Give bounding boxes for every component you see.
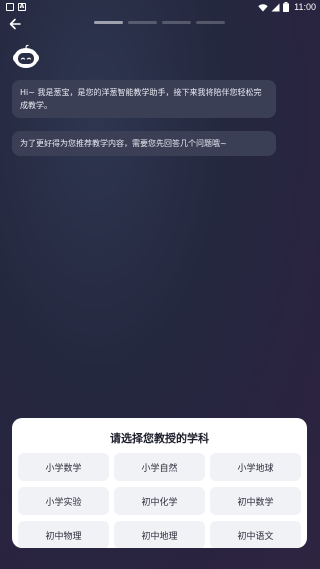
progress-segment: [128, 21, 157, 24]
subject-option[interactable]: 小学自然: [114, 453, 205, 481]
signal-icon: [271, 3, 280, 11]
status-time: 11:00: [294, 2, 316, 12]
subject-option[interactable]: 小学实验: [18, 487, 109, 515]
subject-selection-sheet: 请选择您教授的学科 小学数学 小学自然 小学地球 小学实验 初中化学 初中数学 …: [12, 418, 307, 548]
arrow-left-icon: [9, 18, 21, 30]
battery-icon: [283, 2, 290, 12]
back-button[interactable]: [7, 16, 23, 32]
progress-segment: [94, 21, 123, 24]
status-bar: A 11:00: [0, 0, 320, 14]
subject-grid: 小学数学 小学自然 小学地球 小学实验 初中化学 初中数学 初中物理 初中地理 …: [18, 453, 301, 548]
chat-bubble-question: 为了更好得为您推荐教学内容，需要您先回答几个问题哦~: [12, 131, 276, 156]
progress-segment: [196, 21, 225, 24]
progress-indicator: [94, 21, 225, 24]
subject-option[interactable]: 初中地理: [114, 521, 205, 548]
assistant-avatar: [13, 44, 39, 68]
notification-a-icon: A: [18, 3, 26, 11]
sheet-title: 请选择您教授的学科: [110, 432, 209, 445]
progress-segment: [162, 21, 191, 24]
subject-option[interactable]: 小学地球: [210, 453, 301, 481]
subject-option[interactable]: 初中物理: [18, 521, 109, 548]
subject-option[interactable]: 初中语文: [210, 521, 301, 548]
wifi-icon: [258, 3, 268, 11]
chat-bubble-greeting: Hi~ 我是葱宝，是您的洋葱智能教学助手，接下来我将陪伴您轻松完成教学。: [12, 80, 276, 118]
subject-option[interactable]: 初中数学: [210, 487, 301, 515]
bottom-area: [0, 553, 320, 569]
subject-option[interactable]: 初中化学: [114, 487, 205, 515]
subject-option[interactable]: 小学数学: [18, 453, 109, 481]
notification-box-icon: [6, 3, 14, 11]
status-right-icons: 11:00: [258, 1, 316, 13]
status-left-icons: A: [6, 3, 26, 11]
